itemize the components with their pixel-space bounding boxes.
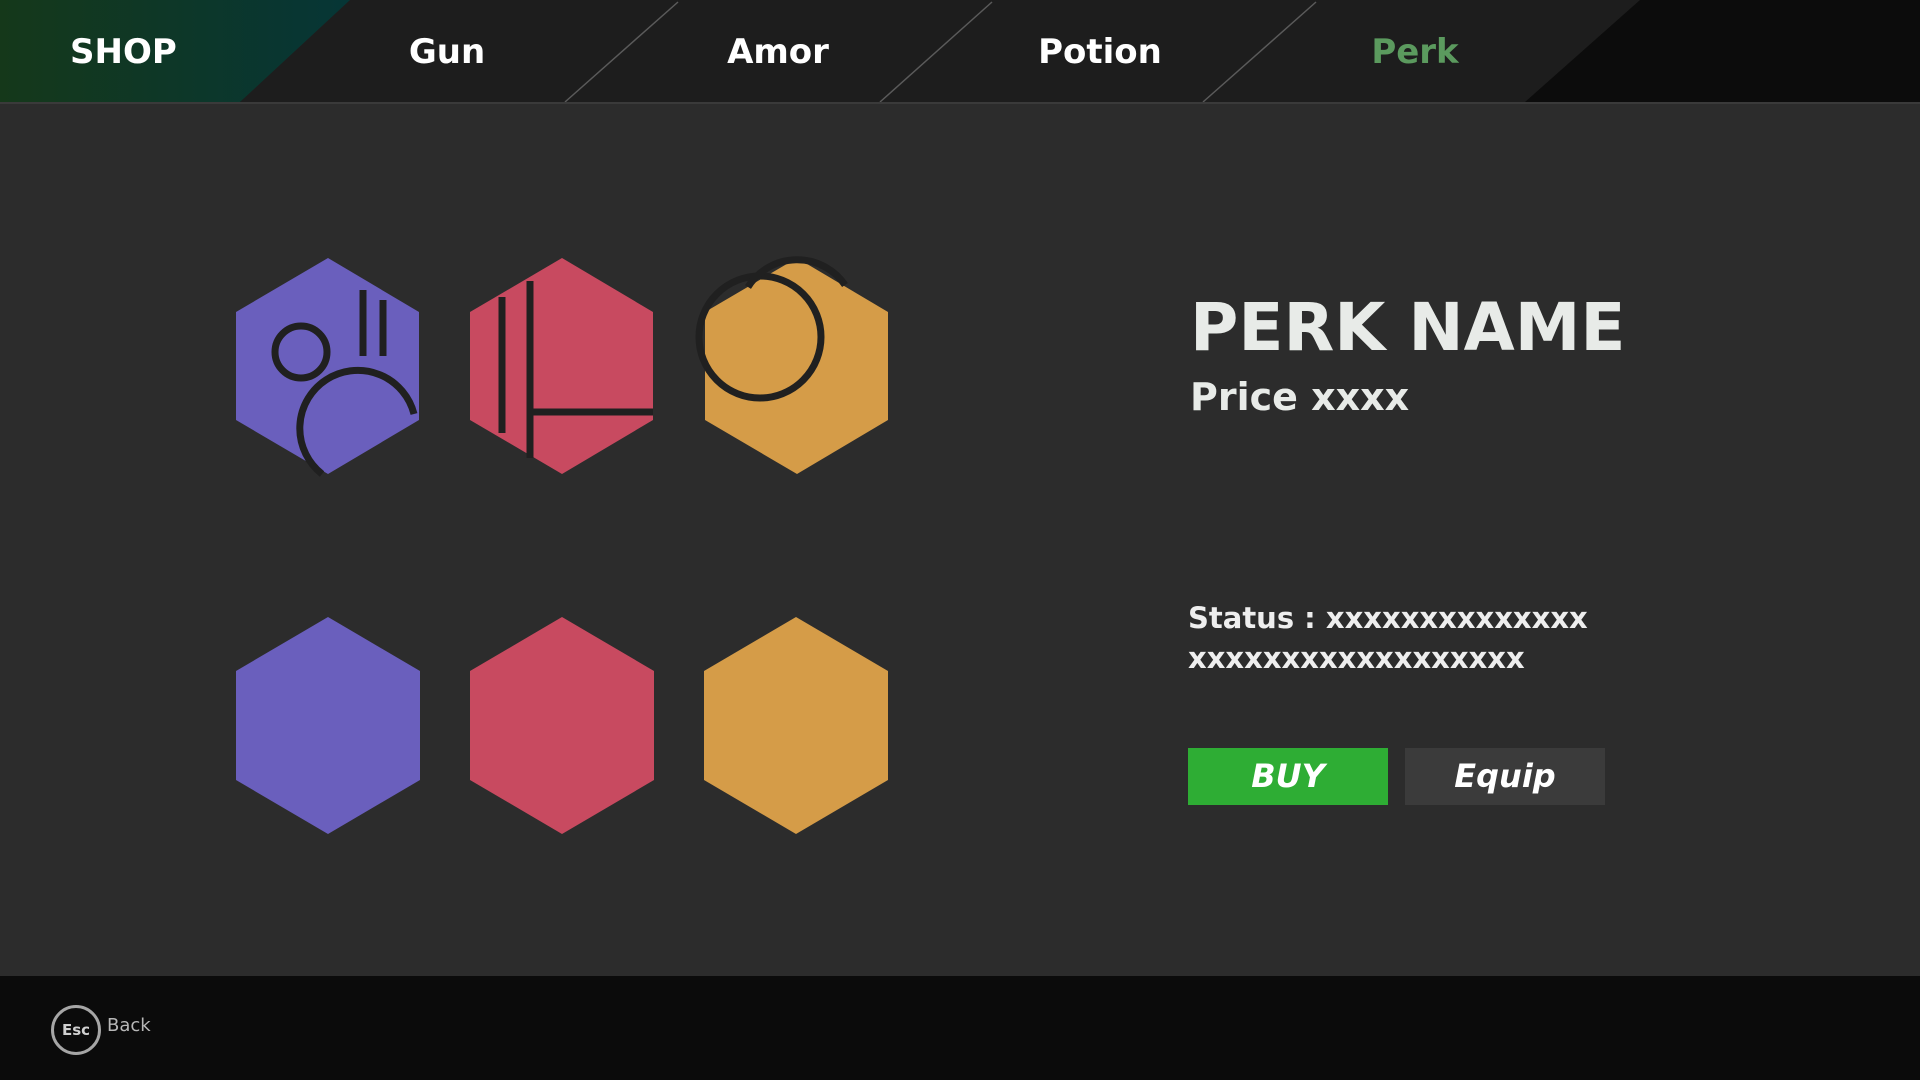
perk-grid [236, 256, 888, 834]
tab-potion[interactable]: Potion [1010, 30, 1190, 74]
top-nav-background [0, 0, 1920, 104]
tab-gun[interactable]: Gun [362, 30, 532, 74]
perk-status: Status : xxxxxxxxxxxxxx xxxxxxxxxxxxxxxx… [1188, 601, 1588, 675]
shop-title: SHOP [70, 32, 177, 72]
perk-slot-2[interactable] [470, 258, 653, 474]
perk-slot-6[interactable] [704, 617, 888, 834]
equip-button[interactable]: Equip [1405, 748, 1605, 805]
perk-slot-1[interactable] [236, 258, 419, 477]
buy-button[interactable]: BUY [1188, 748, 1388, 805]
tab-perk[interactable]: Perk [1325, 30, 1505, 74]
perk-name: PERK NAME [1190, 289, 1626, 366]
back-label: Back [107, 1015, 151, 1036]
esc-key-icon[interactable]: Esc [51, 1005, 101, 1055]
tab-amor[interactable]: Amor [688, 30, 868, 74]
top-nav-bar: SHOP Gun Amor Potion Perk [0, 0, 1920, 104]
footer-bar [0, 976, 1920, 1080]
perk-slot-5[interactable] [470, 617, 654, 834]
perk-price: Price xxxx [1190, 375, 1410, 419]
perk-slot-4[interactable] [236, 617, 420, 834]
perk-slot-3[interactable] [695, 256, 888, 474]
